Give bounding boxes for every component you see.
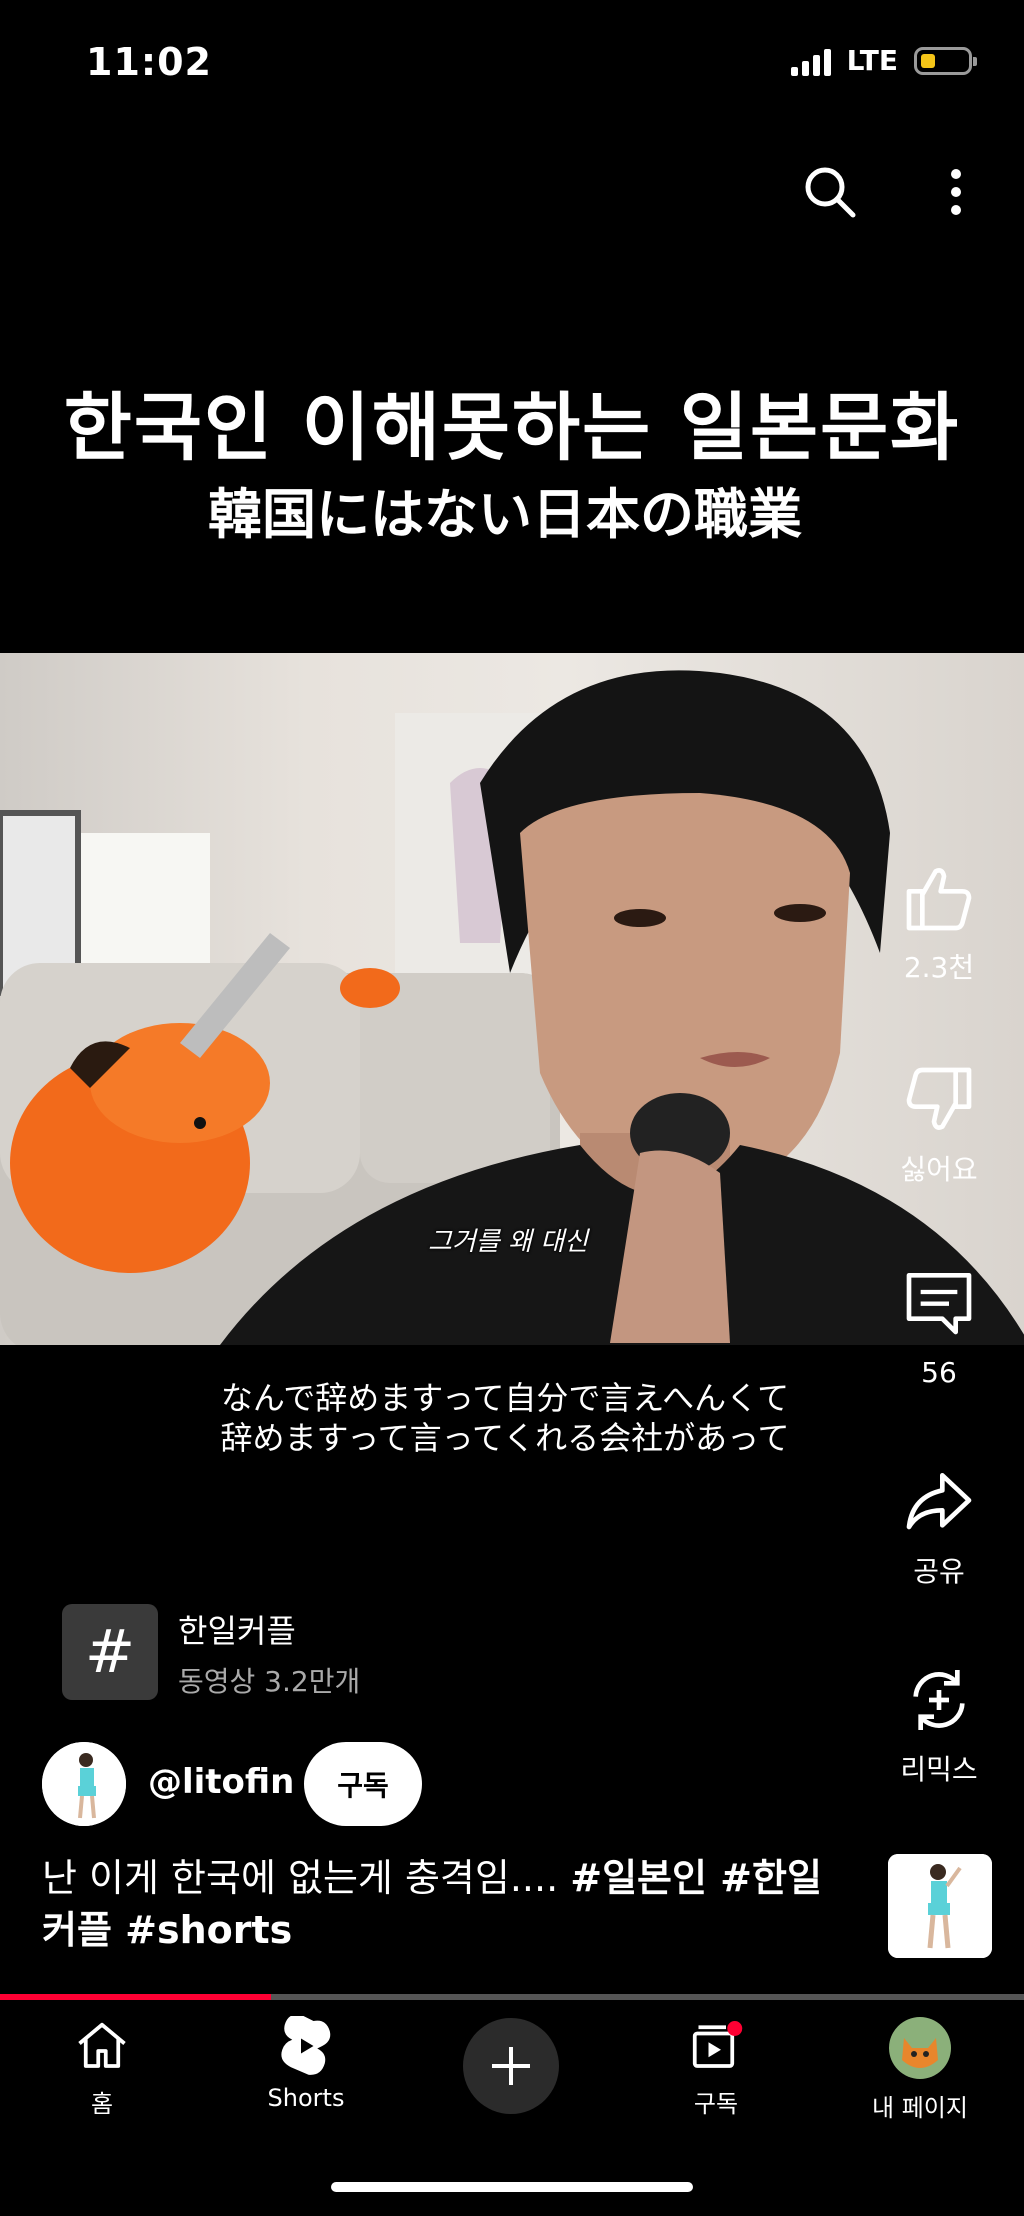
like-button[interactable]: 2.3천	[879, 858, 999, 986]
cellular-signal-icon	[790, 46, 831, 76]
nav-my-page[interactable]: 내 페이지	[840, 2016, 1000, 2123]
status-time: 11:02	[86, 40, 212, 84]
share-label: 공유	[913, 1555, 965, 1588]
subscribe-button[interactable]: 구독	[304, 1742, 422, 1826]
video-description[interactable]: 난 이게 한국에 없는게 충격임.... #일본인 #한일 커플 #shorts	[42, 1852, 842, 1956]
channel-handle[interactable]: @litofin	[148, 1762, 294, 1802]
video-title-japanese: 韓国にはない日本の職業	[208, 483, 802, 546]
like-count: 2.3천	[903, 951, 975, 984]
remix-button[interactable]: 리믹스	[879, 1660, 999, 1788]
home-icon	[78, 2022, 126, 2068]
plus-icon	[492, 2047, 530, 2085]
nav-home-label: 홈	[90, 2090, 114, 2118]
status-indicators: LTE	[790, 44, 977, 77]
hashtag-button[interactable]: #	[62, 1604, 158, 1700]
search-button[interactable]	[798, 160, 862, 224]
nav-my-page-label: 내 페이지	[872, 2094, 968, 2122]
japanese-subtitle-line-1: なんで辞めますって自分で言えへんくて	[220, 1379, 790, 1417]
profile-avatar-icon	[889, 2017, 951, 2079]
japanese-subtitle-line-2: 辞めますって言ってくれる会社があって	[220, 1419, 790, 1457]
description-text: 난 이게 한국에 없는게 충격임....	[42, 1856, 571, 1900]
remix-icon	[913, 1670, 965, 1730]
create-button[interactable]	[463, 2018, 559, 2114]
video-player[interactable]: 그거를 왜 대신	[0, 653, 1024, 1345]
video-title-korean: 한국인 이해못하는 일본문화	[63, 385, 961, 471]
description-hashtags-line-2[interactable]: 커플 #shorts	[42, 1908, 292, 1952]
more-options-button[interactable]	[924, 160, 988, 224]
nav-home[interactable]: 홈	[22, 2016, 182, 2119]
thumbs-up-icon	[906, 868, 972, 931]
channel-avatar[interactable]	[42, 1742, 126, 1826]
comment-icon	[906, 1273, 972, 1335]
shorts-icon	[281, 2016, 331, 2075]
nav-subscriptions-label: 구독	[693, 2090, 739, 2118]
more-vertical-icon	[951, 169, 961, 215]
nav-shorts[interactable]: Shorts	[226, 2016, 386, 2112]
channel-avatar-image	[42, 1742, 126, 1826]
subscriptions-icon	[692, 2021, 743, 2068]
japanese-subtitle: なんで辞めますって自分で言えへんくて 辞めますって言ってくれる会社があって	[0, 1378, 1010, 1458]
share-button[interactable]: 공유	[879, 1462, 999, 1590]
nav-subscriptions[interactable]: 구독	[636, 2016, 796, 2119]
comments-button[interactable]: 56	[879, 1262, 999, 1389]
hashtag-video-count: 동영상 3.2만개	[178, 1665, 361, 1698]
nav-shorts-label: Shorts	[267, 2084, 345, 2112]
description-hashtags-line-1[interactable]: #일본인 #한일	[570, 1856, 822, 1900]
share-arrow-icon	[906, 1473, 972, 1530]
battery-icon	[914, 46, 977, 75]
hashtag-title[interactable]: 한일커플	[178, 1606, 296, 1652]
thumbs-down-icon	[906, 1067, 972, 1130]
search-icon	[805, 167, 856, 218]
sound-thumbnail-image	[888, 1854, 992, 1958]
burned-in-subtitle: 그거를 왜 대신	[428, 1227, 589, 1257]
remix-label: 리믹스	[900, 1753, 978, 1786]
dislike-button[interactable]: 싫어요	[879, 1060, 999, 1188]
network-type: LTE	[846, 44, 898, 77]
sound-thumbnail[interactable]	[888, 1854, 992, 1958]
comment-count: 56	[921, 1356, 957, 1389]
home-indicator	[331, 2182, 693, 2192]
hashtag-icon: #	[84, 1617, 136, 1687]
dislike-label: 싫어요	[900, 1153, 978, 1186]
